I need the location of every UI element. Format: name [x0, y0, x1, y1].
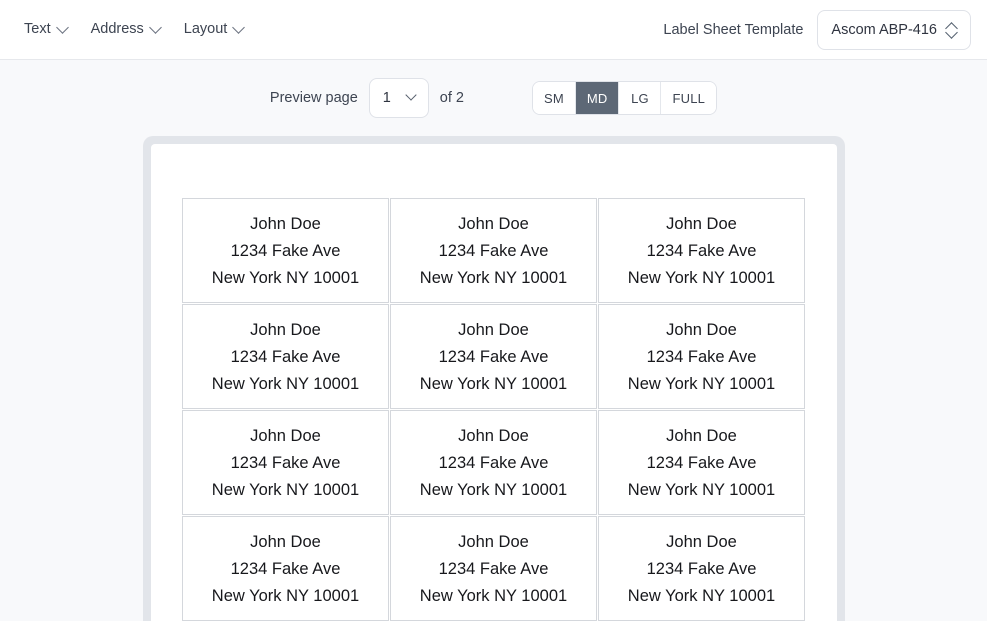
label-name: John Doe [250, 317, 321, 343]
label-street: 1234 Fake Ave [231, 344, 341, 370]
preview-page-select[interactable]: 1 [369, 78, 429, 118]
zoom-option-full[interactable]: FULL [661, 82, 716, 114]
label-name: John Doe [458, 529, 529, 555]
label-city-state-zip: New York NY 10001 [628, 371, 775, 397]
label-name: John Doe [250, 423, 321, 449]
label-name: John Doe [458, 317, 529, 343]
label-street: 1234 Fake Ave [231, 238, 341, 264]
label-cell[interactable]: John Doe 1234 Fake Ave New York NY 10001 [182, 410, 389, 515]
zoom-option-sm[interactable]: SM [533, 82, 576, 114]
label-cell[interactable]: John Doe 1234 Fake Ave New York NY 10001 [182, 198, 389, 303]
label-city-state-zip: New York NY 10001 [212, 583, 359, 609]
label-street: 1234 Fake Ave [439, 556, 549, 582]
label-city-state-zip: New York NY 10001 [628, 583, 775, 609]
label-cell[interactable]: John Doe 1234 Fake Ave New York NY 10001 [598, 410, 805, 515]
label-city-state-zip: New York NY 10001 [420, 583, 567, 609]
label-name: John Doe [666, 211, 737, 237]
label-street: 1234 Fake Ave [439, 238, 549, 264]
label-cell[interactable]: John Doe 1234 Fake Ave New York NY 10001 [598, 304, 805, 409]
menu-text-label: Text [24, 22, 51, 37]
label-street: 1234 Fake Ave [439, 344, 549, 370]
label-street: 1234 Fake Ave [231, 450, 341, 476]
label-name: John Doe [666, 317, 737, 343]
toolbar-menu-group: Text Address Layout [14, 15, 253, 44]
menu-text[interactable]: Text [14, 15, 77, 44]
chevron-down-icon [232, 21, 245, 34]
label-cell[interactable]: John Doe 1234 Fake Ave New York NY 10001 [182, 304, 389, 409]
label-city-state-zip: New York NY 10001 [628, 477, 775, 503]
label-city-state-zip: New York NY 10001 [628, 265, 775, 291]
label-city-state-zip: New York NY 10001 [212, 265, 359, 291]
label-name: John Doe [458, 211, 529, 237]
chevron-down-icon [405, 89, 416, 100]
up-down-chevron-icon [947, 22, 957, 38]
label-name: John Doe [458, 423, 529, 449]
label-street: 1234 Fake Ave [647, 556, 757, 582]
label-city-state-zip: New York NY 10001 [420, 477, 567, 503]
label-cell[interactable]: John Doe 1234 Fake Ave New York NY 10001 [598, 198, 805, 303]
menu-address-label: Address [91, 22, 144, 37]
preview-page-group: Preview page 1 of 2 [270, 78, 464, 118]
label-street: 1234 Fake Ave [647, 450, 757, 476]
menu-address[interactable]: Address [81, 15, 170, 44]
template-control-group: Label Sheet Template Ascom ABP-416 [663, 10, 971, 50]
chevron-down-icon [56, 21, 69, 34]
label-name: John Doe [666, 529, 737, 555]
label-cell[interactable]: John Doe 1234 Fake Ave New York NY 10001 [390, 410, 597, 515]
label-sheet-template-value: Ascom ABP-416 [831, 22, 937, 38]
label-street: 1234 Fake Ave [647, 344, 757, 370]
label-name: John Doe [666, 423, 737, 449]
menu-layout-label: Layout [184, 22, 228, 37]
label-name: John Doe [250, 211, 321, 237]
label-city-state-zip: New York NY 10001 [212, 477, 359, 503]
label-cell[interactable]: John Doe 1234 Fake Ave New York NY 10001 [390, 198, 597, 303]
sheet-page-frame: John Doe 1234 Fake Ave New York NY 10001… [143, 136, 845, 621]
zoom-option-md[interactable]: MD [576, 82, 620, 114]
preview-controls: Preview page 1 of 2 SM MD LG FULL [0, 60, 987, 136]
label-city-state-zip: New York NY 10001 [420, 265, 567, 291]
preview-page-label: Preview page [270, 90, 358, 106]
label-sheet-template-label: Label Sheet Template [663, 22, 803, 38]
label-street: 1234 Fake Ave [439, 450, 549, 476]
chevron-down-icon [149, 21, 162, 34]
label-grid: John Doe 1234 Fake Ave New York NY 10001… [182, 198, 805, 621]
label-city-state-zip: New York NY 10001 [420, 371, 567, 397]
zoom-option-lg[interactable]: LG [619, 82, 661, 114]
label-street: 1234 Fake Ave [231, 556, 341, 582]
sheet-page: John Doe 1234 Fake Ave New York NY 10001… [151, 144, 837, 621]
label-street: 1234 Fake Ave [647, 238, 757, 264]
label-city-state-zip: New York NY 10001 [212, 371, 359, 397]
label-cell[interactable]: John Doe 1234 Fake Ave New York NY 10001 [390, 516, 597, 621]
top-toolbar: Text Address Layout Label Sheet Template… [0, 0, 987, 60]
menu-layout[interactable]: Layout [174, 15, 254, 44]
preview-page-value: 1 [383, 90, 391, 106]
label-sheet-template-select[interactable]: Ascom ABP-416 [817, 10, 971, 50]
label-cell[interactable]: John Doe 1234 Fake Ave New York NY 10001 [390, 304, 597, 409]
sheet-preview-scroll[interactable]: John Doe 1234 Fake Ave New York NY 10001… [0, 136, 987, 621]
page-count-text: of 2 [440, 90, 464, 106]
label-name: John Doe [250, 529, 321, 555]
zoom-segmented-control: SM MD LG FULL [532, 81, 717, 115]
label-cell[interactable]: John Doe 1234 Fake Ave New York NY 10001 [598, 516, 805, 621]
label-cell[interactable]: John Doe 1234 Fake Ave New York NY 10001 [182, 516, 389, 621]
